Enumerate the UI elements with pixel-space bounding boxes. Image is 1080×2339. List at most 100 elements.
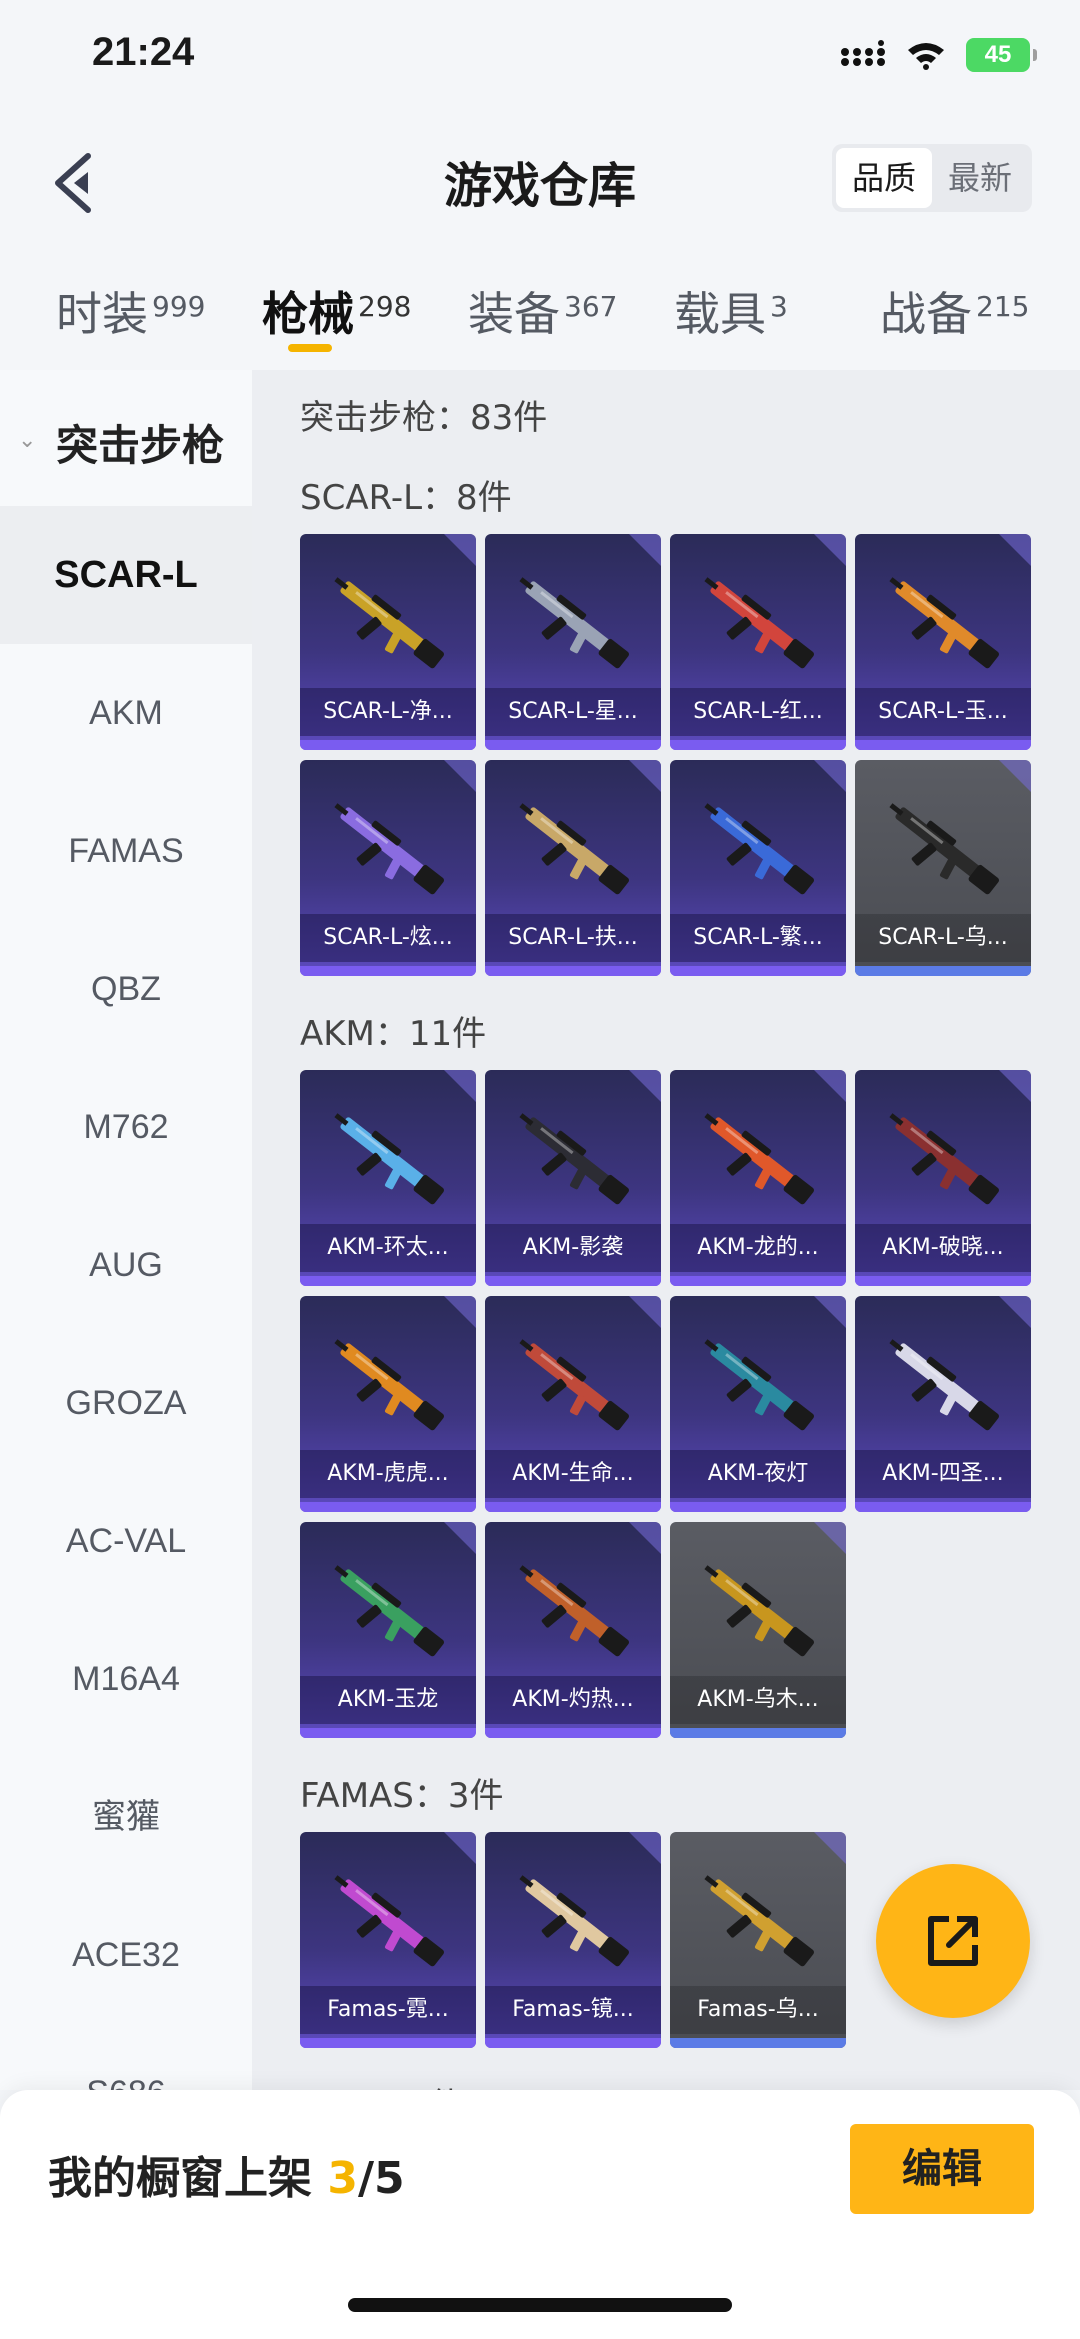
skin-name: SCAR-L-净...: [300, 688, 476, 736]
skin-card[interactable]: SCAR-L-玉...: [855, 534, 1031, 750]
skin-card[interactable]: AKM-玉龙: [300, 1522, 476, 1738]
skin-name: SCAR-L-扶...: [485, 914, 661, 962]
showcase-total: /5: [357, 2153, 405, 2204]
rifle-icon: [704, 1339, 814, 1431]
rarity-bar: [485, 1728, 661, 1738]
skin-card[interactable]: AKM-虎虎...: [300, 1296, 476, 1512]
skin-card[interactable]: Famas-霓...: [300, 1832, 476, 2048]
tab-label: 装备: [468, 287, 560, 341]
sidebar-item-s686[interactable]: S686: [0, 2024, 252, 2090]
skin-card[interactable]: SCAR-L-乌...: [855, 760, 1031, 976]
rarity-bar: [485, 740, 661, 750]
skin-card[interactable]: SCAR-L-星...: [485, 534, 661, 750]
group-summary: 突击步枪：83件: [300, 398, 548, 438]
skin-name: AKM-生命...: [485, 1450, 661, 1498]
skin-name: Famas-镜...: [485, 1986, 661, 2034]
skin-name: SCAR-L-炫...: [300, 914, 476, 962]
rarity-bar: [300, 1502, 476, 1512]
skin-card[interactable]: AKM-影袭: [485, 1070, 661, 1286]
active-tab-indicator: [288, 344, 332, 352]
skin-card[interactable]: SCAR-L-红...: [670, 534, 846, 750]
rifle-icon: [334, 1875, 444, 1967]
section-title: QBZ：5件: [300, 2078, 463, 2090]
rarity-bar: [855, 966, 1031, 976]
sort-option-newest[interactable]: 最新: [932, 148, 1028, 208]
skin-card[interactable]: Famas-乌...: [670, 1832, 846, 2048]
rarity-bar: [485, 2038, 661, 2048]
skin-name: Famas-霓...: [300, 1986, 476, 2034]
skin-card[interactable]: AKM-龙的...: [670, 1070, 846, 1286]
tab-count: 3: [770, 290, 788, 323]
skin-card[interactable]: AKM-生命...: [485, 1296, 661, 1512]
skin-name: AKM-玉龙: [300, 1676, 476, 1724]
skin-card[interactable]: AKM-破晓...: [855, 1070, 1031, 1286]
rifle-icon: [519, 577, 629, 669]
sidebar-item-aug[interactable]: AUG: [0, 1196, 252, 1334]
rarity-bar: [485, 966, 661, 976]
status-time: 21:24: [92, 30, 195, 74]
tab-vehicles[interactable]: 载具 3: [674, 278, 788, 344]
skin-card[interactable]: SCAR-L-繁...: [670, 760, 846, 976]
sidebar: ⌄ 突击步枪 SCAR-L AKM FAMAS QBZ M762 AUG GRO…: [0, 370, 252, 2090]
sidebar-item-ac-val[interactable]: AC-VAL: [0, 1472, 252, 1610]
sidebar-item-scar-l[interactable]: SCAR-L: [0, 506, 252, 644]
rarity-bar: [670, 740, 846, 750]
sidebar-item-honey-badger[interactable]: 蜜獾: [0, 1748, 252, 1886]
rifle-icon: [519, 1875, 629, 1967]
skin-card[interactable]: AKM-环太...: [300, 1070, 476, 1286]
rifle-icon: [519, 803, 629, 895]
rifle-icon: [334, 1565, 444, 1657]
signal-icon: [841, 40, 885, 66]
sidebar-item-m762[interactable]: M762: [0, 1058, 252, 1196]
tab-label: 时装: [56, 287, 148, 341]
sidebar-item-famas[interactable]: FAMAS: [0, 782, 252, 920]
skin-name: SCAR-L-乌...: [855, 914, 1031, 962]
sidebar-item-akm[interactable]: AKM: [0, 644, 252, 782]
battery-icon: 45: [966, 38, 1037, 72]
tab-count: 999: [152, 290, 206, 323]
skin-card[interactable]: SCAR-L-净...: [300, 534, 476, 750]
sidebar-item-qbz[interactable]: QBZ: [0, 920, 252, 1058]
skin-card[interactable]: SCAR-L-扶...: [485, 760, 661, 976]
sidebar-item-m16a4[interactable]: M16A4: [0, 1610, 252, 1748]
skin-name: AKM-虎虎...: [300, 1450, 476, 1498]
rifle-icon: [704, 577, 814, 669]
skin-name: AKM-影袭: [485, 1224, 661, 1272]
section-title: AKM：11件: [300, 1014, 487, 1054]
tab-guns[interactable]: 枪械 298: [262, 278, 411, 344]
rifle-icon: [704, 1113, 814, 1205]
skin-card[interactable]: AKM-四圣...: [855, 1296, 1031, 1512]
tab-label: 战备: [880, 287, 972, 341]
header: 游戏仓库 品质 最新: [0, 130, 1080, 230]
skin-card[interactable]: AKM-夜灯: [670, 1296, 846, 1512]
sidebar-item-ace32[interactable]: ACE32: [0, 1886, 252, 2024]
tab-label: 载具: [674, 287, 766, 341]
rarity-bar: [670, 1502, 846, 1512]
tab-supplies[interactable]: 战备 215: [880, 278, 1029, 344]
sidebar-item-groza[interactable]: GROZA: [0, 1334, 252, 1472]
tab-count: 367: [564, 290, 618, 323]
rarity-bar: [485, 1276, 661, 1286]
tab-label: 枪械: [262, 287, 354, 341]
sort-option-quality[interactable]: 品质: [836, 148, 932, 208]
rifle-icon: [704, 803, 814, 895]
rifle-icon: [704, 1565, 814, 1657]
skin-card[interactable]: AKM-灼热...: [485, 1522, 661, 1738]
edit-button[interactable]: 编辑: [850, 2124, 1034, 2214]
tab-fashion[interactable]: 时装 999: [56, 278, 205, 344]
skin-name: SCAR-L-星...: [485, 688, 661, 736]
rifle-icon: [334, 577, 444, 669]
skin-name: AKM-乌木...: [670, 1676, 846, 1724]
tab-count: 215: [976, 290, 1030, 323]
share-button[interactable]: [876, 1864, 1030, 2018]
skin-name: Famas-乌...: [670, 1986, 846, 2034]
skin-card[interactable]: SCAR-L-炫...: [300, 760, 476, 976]
skin-card[interactable]: AKM-乌木...: [670, 1522, 846, 1738]
rifle-icon: [889, 1113, 999, 1205]
sidebar-group-assault-rifles[interactable]: ⌄ 突击步枪: [0, 370, 252, 506]
skin-card[interactable]: Famas-镜...: [485, 1832, 661, 2048]
tab-equipment[interactable]: 装备 367: [468, 278, 617, 344]
chevron-down-icon: ⌄: [18, 428, 37, 453]
category-tabs: 时装 999 枪械 298 装备 367 载具 3 战备 215: [0, 258, 1080, 368]
showcase-current: 3: [327, 2153, 358, 2204]
